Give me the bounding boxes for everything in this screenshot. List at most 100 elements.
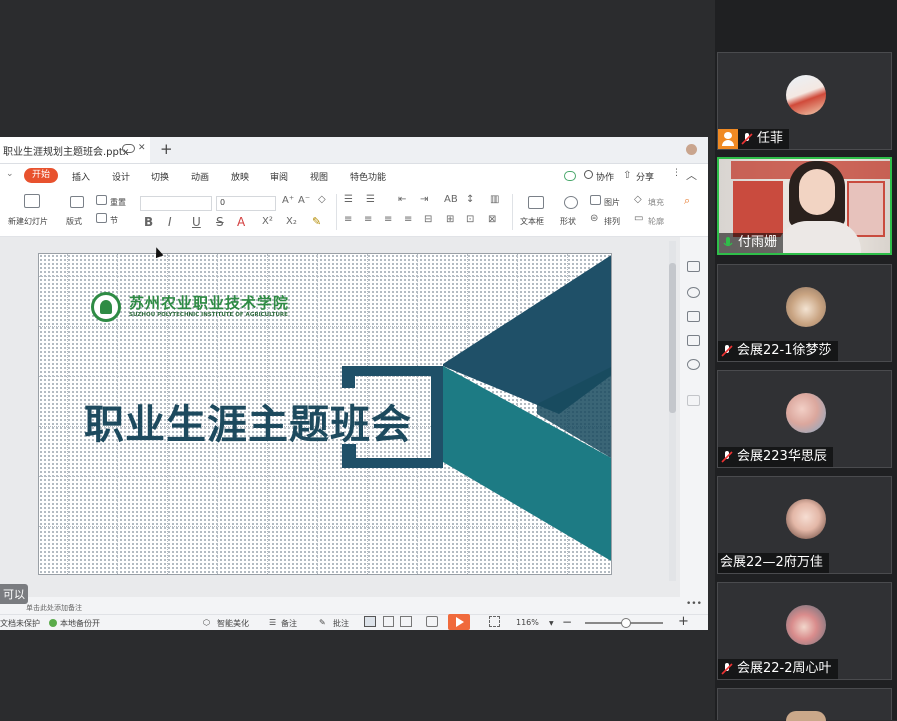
copy-icon[interactable]	[687, 311, 700, 322]
slide-page[interactable]: 苏州农业职业技术学院 SUZHOU POLYTECHNIC INSTITUTE …	[38, 253, 612, 575]
italic-button[interactable]: I	[168, 215, 172, 229]
distribute-icon[interactable]: ⊟	[424, 214, 432, 225]
outline-button[interactable]: 轮廓	[648, 216, 664, 227]
cube-icon[interactable]	[687, 395, 700, 406]
user-avatar-icon[interactable]	[686, 144, 697, 155]
participant-avatar	[786, 287, 826, 327]
notes-hint[interactable]: 单击此处添加备注	[26, 603, 82, 613]
backup-icon	[49, 619, 57, 627]
indent-increase-icon[interactable]: ⇥	[420, 194, 428, 205]
grow-font-icon[interactable]: A⁺	[282, 195, 294, 206]
backup-status[interactable]: 本地备份开	[60, 618, 100, 629]
menu-animation[interactable]: 动画	[191, 170, 209, 183]
share-button[interactable]: 分享	[636, 170, 654, 183]
normal-view-icon[interactable]	[364, 616, 376, 627]
zoom-slider-handle[interactable]	[621, 618, 631, 628]
picture-button[interactable]: 图片	[604, 197, 620, 208]
menu-view[interactable]: 视图	[310, 170, 328, 183]
participant-name-tag: 付雨姗	[719, 233, 784, 253]
new-slide-button[interactable]: 新建幻灯片	[8, 216, 48, 227]
zoom-out-button[interactable]: −	[562, 615, 572, 629]
collab-button[interactable]: 协作	[596, 170, 614, 183]
shape-icon	[564, 196, 578, 209]
superscript-button[interactable]: X²	[262, 216, 273, 227]
menu-slideshow[interactable]: 放映	[231, 170, 249, 183]
font-family-select[interactable]	[140, 196, 212, 211]
more-menu-icon[interactable]: ⋮	[672, 168, 681, 178]
shape-button[interactable]: 形状	[560, 216, 576, 227]
menu-insert[interactable]: 插入	[72, 170, 90, 183]
textbox-button[interactable]: 文本框	[520, 216, 544, 227]
participant-name: 会展22-1徐梦莎	[737, 343, 832, 358]
participant-tile[interactable]: 会展22-2周心叶	[717, 582, 892, 680]
beautify-button[interactable]: 智能美化	[217, 618, 249, 629]
menu-home[interactable]: 开始	[24, 168, 58, 183]
section-button[interactable]: 节	[110, 215, 118, 226]
close-tab-icon[interactable]: ✕	[138, 143, 146, 153]
participant-tile[interactable]: 任菲	[717, 52, 892, 150]
text-direction-icon[interactable]: AB	[444, 194, 458, 205]
subscript-button[interactable]: X₂	[286, 216, 297, 227]
participant-tile[interactable]: 会展22-1徐梦莎	[717, 264, 892, 362]
play-slideshow-button[interactable]	[448, 614, 470, 630]
sync-icon[interactable]	[564, 171, 576, 181]
participant-name-tag: 会展22—2府万佳	[718, 553, 829, 573]
highlight-icon[interactable]: ✎	[312, 215, 321, 228]
underline-button[interactable]: U	[192, 215, 201, 229]
shrink-font-icon[interactable]: A⁻	[298, 195, 310, 206]
vertical-scrollbar[interactable]	[669, 241, 676, 581]
participant-tile-active[interactable]: 付雨姗	[717, 157, 892, 255]
align-right-icon[interactable]: ≡	[384, 214, 392, 225]
find-icon[interactable]: ⌕	[684, 194, 690, 208]
new-tab-button[interactable]: +	[160, 140, 173, 158]
properties-icon[interactable]	[687, 261, 700, 272]
convert-icon[interactable]: ⊠	[488, 214, 496, 225]
document-tab[interactable]: 职业生涯规划主题班会.pptx ✕	[0, 137, 150, 163]
justify-icon[interactable]: ≡	[404, 214, 412, 225]
text-align-vertical-icon[interactable]: ⊞	[446, 214, 454, 225]
menu-review[interactable]: 审阅	[270, 170, 288, 183]
font-color-button[interactable]: A	[237, 215, 245, 229]
history-icon[interactable]	[687, 359, 700, 370]
menu-transition[interactable]: 切换	[151, 170, 169, 183]
notes-button[interactable]: 备注	[281, 618, 297, 629]
strikethrough-button[interactable]: S	[216, 215, 224, 229]
align-center-icon[interactable]: ≡	[364, 214, 372, 225]
document-protect-status[interactable]: 文档未保护	[0, 618, 40, 629]
fit-window-icon[interactable]	[489, 616, 500, 627]
slide-title[interactable]: 职业生涯主题班会	[84, 392, 412, 450]
comment-button[interactable]: 批注	[333, 618, 349, 629]
participant-tile[interactable]: 会展22—2府万佳	[717, 476, 892, 574]
participant-tile[interactable]: 会展223华思辰	[717, 370, 892, 468]
image-tool-icon[interactable]	[687, 335, 700, 346]
zoom-in-button[interactable]: +	[678, 614, 689, 629]
reset-button[interactable]: 重置	[110, 197, 126, 208]
logo-inner-mark	[100, 300, 112, 314]
record-icon[interactable]	[426, 616, 438, 627]
zoom-level[interactable]: 116%	[516, 618, 539, 627]
zoom-dropdown-icon[interactable]: ▼	[549, 620, 554, 627]
clear-format-icon[interactable]: ◇	[318, 194, 326, 205]
more-options[interactable]: •••	[686, 599, 702, 609]
smart-art-icon[interactable]: ⊡	[466, 214, 474, 225]
bold-button[interactable]: B	[144, 215, 153, 229]
collapse-ribbon-icon[interactable]: ︿	[686, 167, 697, 183]
menu-design[interactable]: 设计	[112, 170, 130, 183]
menu-features[interactable]: 特色功能	[350, 170, 386, 183]
scrollbar-thumb[interactable]	[669, 263, 676, 413]
reading-view-icon[interactable]	[400, 616, 412, 627]
bullet-list-icon[interactable]: ☰	[344, 194, 353, 205]
fill-button[interactable]: 填充	[648, 197, 664, 208]
columns-icon[interactable]: ▥	[490, 194, 499, 205]
layout-button[interactable]: 版式	[66, 216, 82, 227]
arrange-button[interactable]: 排列	[604, 216, 620, 227]
zoom-slider[interactable]	[585, 618, 663, 628]
numbered-list-icon[interactable]: ☰	[366, 194, 375, 205]
indent-decrease-icon[interactable]: ⇤	[398, 194, 406, 205]
align-left-icon[interactable]: ≡	[344, 214, 352, 225]
menu-chevron-icon[interactable]: ⌄	[6, 169, 14, 179]
sorter-view-icon[interactable]	[383, 616, 394, 627]
line-spacing-icon[interactable]: ↕	[466, 194, 474, 205]
participant-tile-partial[interactable]	[717, 688, 892, 721]
pin-icon[interactable]	[687, 287, 700, 298]
